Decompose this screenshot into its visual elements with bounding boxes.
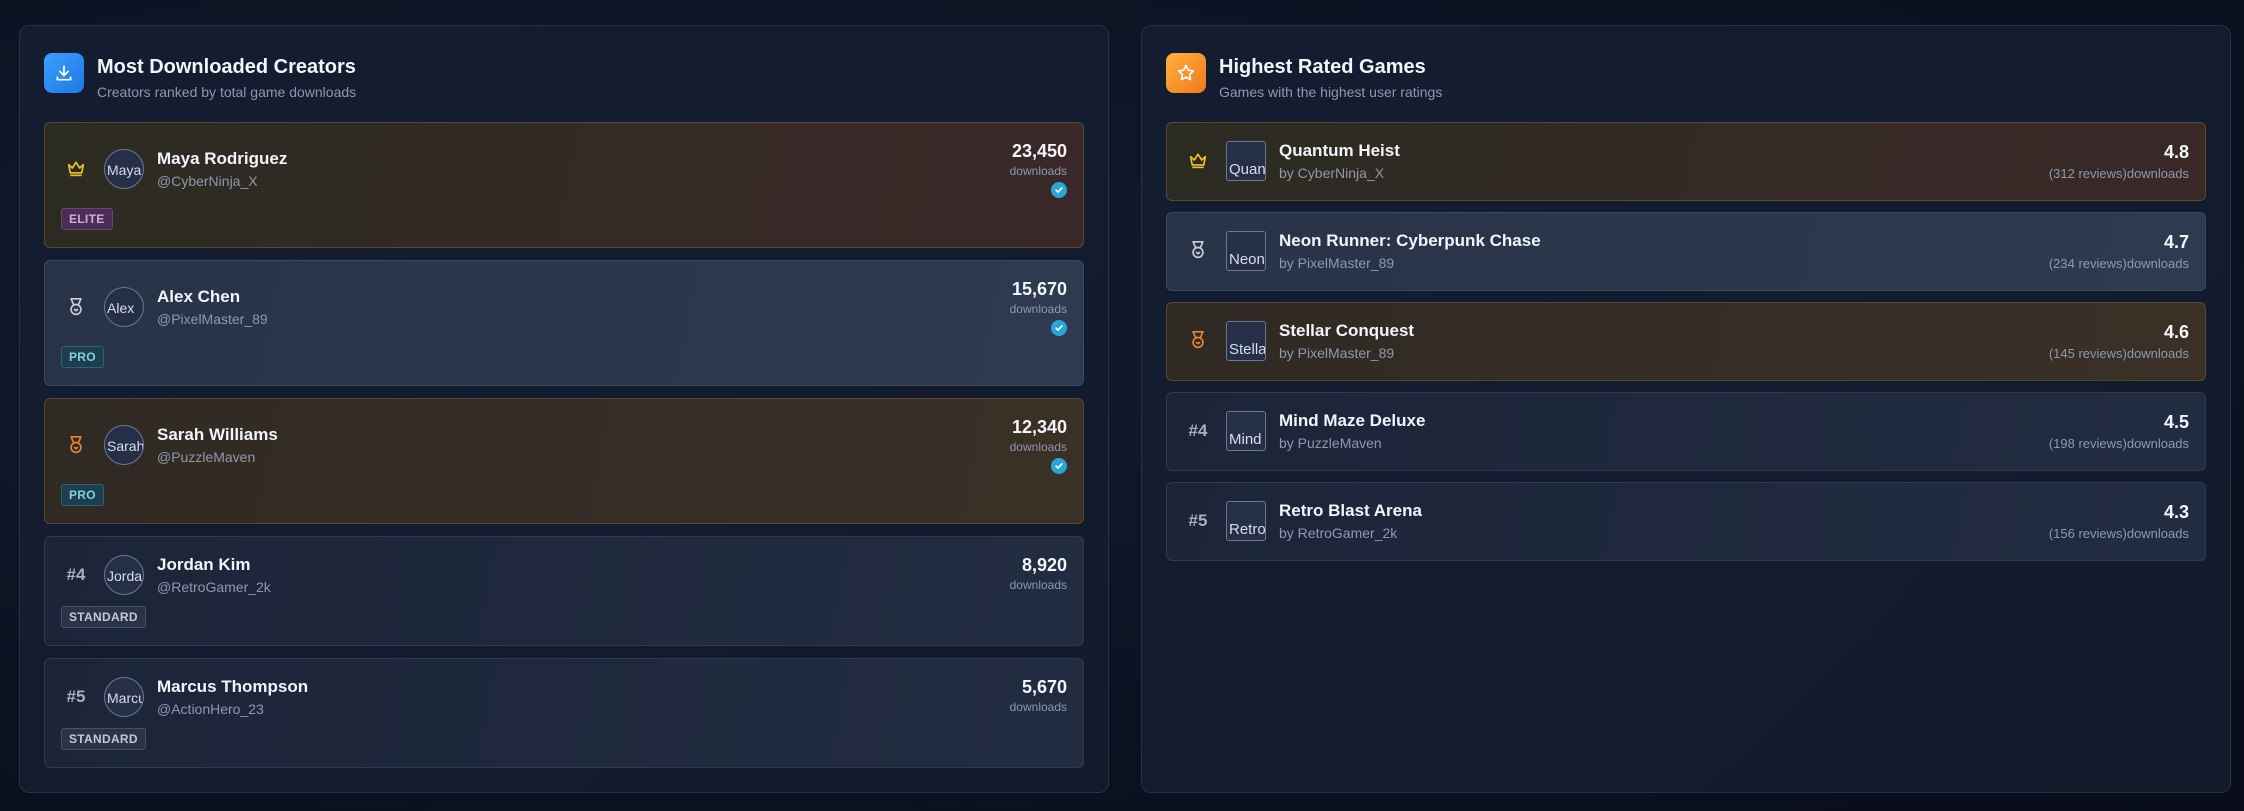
download-count: 23,450 (1011, 141, 1067, 161)
game-author: by CyberNinja_X (1279, 165, 1385, 181)
review-count: (145 reviews)downloads (2048, 346, 2189, 361)
game-name[interactable]: Mind Maze Deluxe (1279, 411, 1425, 431)
game-card[interactable]: Neon Neon Runner: Cyberpunk Chase by Pix… (1166, 212, 2206, 291)
game-name[interactable]: Neon Runner: Cyberpunk Chase (1279, 231, 1541, 251)
creator-handle: @ActionHero_23 (157, 701, 264, 717)
games-panel-title: Highest Rated Games (1219, 56, 1426, 78)
rank-number: #5 (66, 687, 86, 706)
games-panel-subtitle: Games with the highest user ratings (1219, 84, 1443, 100)
creator-handle: @CyberNinja_X (157, 173, 258, 189)
game-name[interactable]: Stellar Conquest (1279, 321, 1414, 341)
tier-badge: PRO (61, 346, 104, 368)
game-thumbnail: Mind (1226, 411, 1266, 451)
downloads-label: downloads (1009, 440, 1067, 454)
tier-badge: ELITE (61, 208, 113, 230)
medal-icon (1181, 240, 1215, 265)
medal-icon (1181, 330, 1215, 355)
medal-icon (59, 435, 93, 460)
game-name[interactable]: Quantum Heist (1279, 141, 1400, 161)
game-card[interactable]: Quantum Quantum Heist by CyberNinja_X 4.… (1166, 122, 2206, 201)
game-author: by PixelMaster_89 (1279, 255, 1395, 271)
game-rating: 4.5 (2163, 412, 2189, 432)
creator-card[interactable]: Alex Alex Chen @PixelMaster_89 15,670 do… (44, 260, 1084, 386)
game-thumbnail: Stellar (1226, 321, 1266, 361)
downloads-label: downloads (1009, 302, 1067, 316)
avatar: Jordan (104, 555, 144, 595)
game-name[interactable]: Retro Blast Arena (1279, 501, 1422, 521)
star-icon (1166, 53, 1206, 93)
download-count: 15,670 (1011, 279, 1067, 299)
creators-panel-header: Most Downloaded Creators Creators ranked… (44, 53, 356, 100)
games-panel-header: Highest Rated Games Games with the highe… (1166, 53, 1442, 100)
tier-badge: STANDARD (61, 728, 146, 750)
download-count: 12,340 (1011, 417, 1067, 437)
review-count: (312 reviews)downloads (2048, 166, 2189, 181)
rank-number: #4 (1188, 421, 1208, 440)
game-thumbnail: Retro (1226, 501, 1266, 541)
leaderboard-page: Most Downloaded Creators Creators ranked… (0, 0, 2244, 811)
game-rating: 4.7 (2163, 232, 2189, 252)
creator-name[interactable]: Marcus Thompson (157, 677, 308, 697)
creator-name[interactable]: Maya Rodriguez (157, 149, 287, 169)
medal-icon (59, 297, 93, 322)
game-card[interactable]: Stellar Stellar Conquest by PixelMaster_… (1166, 302, 2206, 381)
creator-handle: @PuzzleMaven (157, 449, 256, 465)
games-panel: Highest Rated Games Games with the highe… (1141, 25, 2231, 793)
creator-name[interactable]: Alex Chen (157, 287, 240, 307)
download-count: 5,670 (1021, 677, 1067, 697)
creator-card[interactable]: #4 Jordan Jordan Kim @RetroGamer_2k 8,92… (44, 536, 1084, 646)
downloads-label: downloads (1009, 578, 1067, 592)
avatar: Alex (104, 287, 144, 327)
creator-card[interactable]: Sarah Sarah Williams @PuzzleMaven 12,340… (44, 398, 1084, 524)
game-author: by PixelMaster_89 (1279, 345, 1395, 361)
tier-badge: PRO (61, 484, 104, 506)
creator-card[interactable]: #5 Marcus Marcus Thompson @ActionHero_23… (44, 658, 1084, 768)
verified-check-icon (1051, 458, 1067, 474)
verified-check-icon (1051, 320, 1067, 336)
rank-number: #5 (1188, 511, 1208, 530)
game-rating: 4.3 (2163, 502, 2189, 522)
creators-panel-title: Most Downloaded Creators (97, 56, 356, 78)
review-count: (156 reviews)downloads (2048, 526, 2189, 541)
game-card[interactable]: #4 Mind Mind Maze Deluxe by PuzzleMaven … (1166, 392, 2206, 471)
rank-number: #4 (66, 565, 86, 584)
downloads-label: downloads (1009, 164, 1067, 178)
game-author: by PuzzleMaven (1279, 435, 1382, 451)
avatar: Marcus (104, 677, 144, 717)
download-icon (44, 53, 84, 93)
game-rating: 4.6 (2163, 322, 2189, 342)
creator-card[interactable]: Maya Maya Rodriguez @CyberNinja_X 23,450… (44, 122, 1084, 248)
game-rating: 4.8 (2163, 142, 2189, 162)
game-thumbnail: Quantum (1226, 141, 1266, 181)
game-card[interactable]: #5 Retro Retro Blast Arena by RetroGamer… (1166, 482, 2206, 561)
downloads-label: downloads (1009, 700, 1067, 714)
crown-icon (1181, 151, 1215, 174)
creators-panel-subtitle: Creators ranked by total game downloads (97, 84, 357, 100)
crown-icon (59, 159, 93, 182)
creator-name[interactable]: Sarah Williams (157, 425, 278, 445)
creator-handle: @PixelMaster_89 (157, 311, 268, 327)
review-count: (234 reviews)downloads (2048, 256, 2189, 271)
avatar: Maya (104, 149, 144, 189)
tier-badge: STANDARD (61, 606, 146, 628)
review-count: (198 reviews)downloads (2048, 436, 2189, 451)
creator-name[interactable]: Jordan Kim (157, 555, 251, 575)
creator-handle: @RetroGamer_2k (157, 579, 271, 595)
download-count: 8,920 (1021, 555, 1067, 575)
creators-panel: Most Downloaded Creators Creators ranked… (19, 25, 1109, 793)
verified-check-icon (1051, 182, 1067, 198)
avatar: Sarah (104, 425, 144, 465)
game-author: by RetroGamer_2k (1279, 525, 1398, 541)
game-thumbnail: Neon (1226, 231, 1266, 271)
